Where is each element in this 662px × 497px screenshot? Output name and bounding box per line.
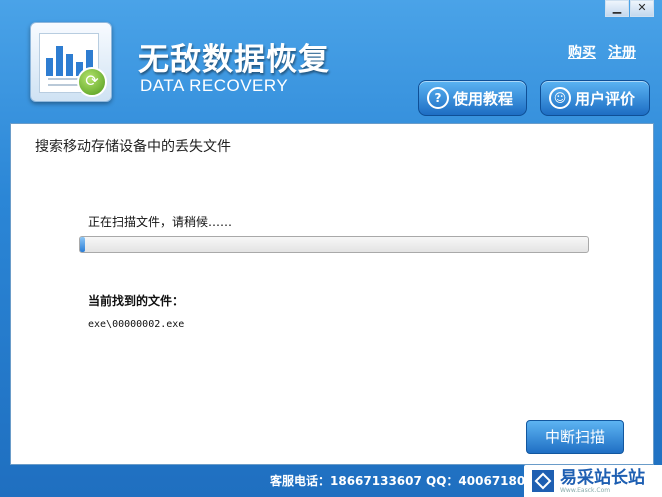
scan-status: 正在扫描文件，请稍候…… xyxy=(88,215,233,229)
app-logo: ⟳ xyxy=(30,22,112,102)
app-subtitle: DATA RECOVERY xyxy=(140,76,289,95)
tutorial-button-label: 使用教程 xyxy=(453,89,514,108)
watermark: 易采站长站 Www.Easck.Com xyxy=(524,465,662,497)
watermark-subtext: Www.Easck.Com xyxy=(560,486,611,494)
review-button-label: 用户评价 xyxy=(575,89,636,108)
watermark-text: 易采站长站 xyxy=(560,467,645,488)
contact-info: 客服电话：18667133607 QQ：40067180 xyxy=(270,474,526,488)
found-file-path: exe\00000002.exe xyxy=(88,319,185,330)
question-icon: ? xyxy=(427,87,449,109)
refresh-icon: ⟳ xyxy=(77,67,107,97)
top-links: 购买 注册 xyxy=(568,42,636,62)
main-panel: 搜索移动存储设备中的丢失文件 正在扫描文件，请稍候…… 当前找到的文件： exe… xyxy=(10,123,654,465)
watermark-icon xyxy=(532,470,554,492)
window-controls: ▁ ✕ xyxy=(604,0,654,17)
app-window: ▁ ✕ ⟳ 无敌数据恢复 DATA RECOVERY 购买 注册 ? 使用教程 … xyxy=(0,0,662,497)
app-title: 无敌数据恢复 xyxy=(138,42,330,78)
register-link[interactable]: 注册 xyxy=(608,42,636,62)
stop-scan-button[interactable]: 中断扫描 xyxy=(526,420,624,454)
review-button[interactable]: ☺ 用户评价 xyxy=(540,80,650,116)
page-title: 搜索移动存储设备中的丢失文件 xyxy=(35,139,231,155)
scan-progress-bar xyxy=(79,236,589,253)
minimize-button[interactable]: ▁ xyxy=(605,0,629,17)
close-button[interactable]: ✕ xyxy=(630,0,654,17)
found-label: 当前找到的文件： xyxy=(88,294,185,308)
progress-fill xyxy=(80,237,86,252)
tutorial-button[interactable]: ? 使用教程 xyxy=(418,80,527,116)
buy-link[interactable]: 购买 xyxy=(568,42,596,62)
user-icon: ☺ xyxy=(549,87,571,109)
